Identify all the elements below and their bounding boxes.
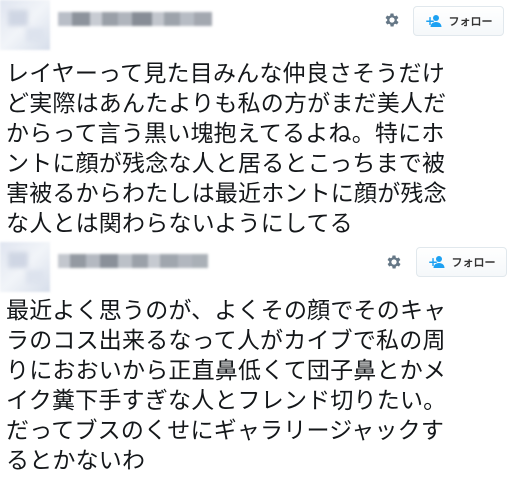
follow-label: フォロー [451, 256, 496, 269]
tweet-text-line: イク糞下手すぎな人とフレンド切りたい。 [6, 388, 447, 414]
gear-icon[interactable] [381, 9, 403, 31]
gear-icon[interactable] [383, 251, 405, 273]
add-user-icon: + [425, 14, 443, 28]
tweet-text-line: ントに顔が残念な人と居るとこっちまで被 [6, 151, 446, 177]
tweet-text-line: 最近よく思うのが、よくその顔でそのキャ [6, 298, 447, 324]
follow-label: フォロー [448, 15, 493, 28]
tweet-text-line: な人とは関わらないようにしてる [6, 211, 353, 237]
tweet-text-line: ラのコス出来るなって人がカイブで私の周 [6, 328, 446, 354]
add-user-icon: + [428, 255, 446, 269]
avatar[interactable] [0, 0, 50, 50]
tweet-text-line: るとかないわ [6, 448, 146, 474]
tweet-text-line: 害被るからわたしは最近ホントに顔が残念 [6, 181, 447, 207]
tweet-card-1: + フォロー レイヤーって見た目みんな仲良さそうだけ ど実際はあんたよりも私の方… [0, 0, 511, 242]
tweet-header: + フォロー [0, 242, 511, 294]
tweet-text: 最近よく思うのが、よくその顔でそのキャ ラのコス出来るなって人がカイブで私の周 … [6, 296, 506, 476]
tweet-text-line: レイヤーって見た目みんな仲良さそうだけ [6, 61, 445, 87]
username-blurred[interactable] [58, 254, 218, 268]
tweet-card-2: + フォロー 最近よく思うのが、よくその顔でそのキャ ラのコス出来るなって人がカ… [0, 242, 511, 484]
tweet-text-line: からって言う黒い塊抱えてるよね。特にホ [6, 121, 445, 147]
tweet-text-line: りにおおいから正直鼻低くて団子鼻とかメ [6, 358, 447, 384]
username-blurred[interactable] [58, 12, 218, 26]
follow-button[interactable]: + フォロー [416, 247, 507, 277]
follow-button[interactable]: + フォロー [413, 6, 504, 36]
avatar[interactable] [0, 242, 50, 292]
tweet-text: レイヤーって見た目みんな仲良さそうだけ ど実際はあんたよりも私の方がまだ美人だ … [6, 59, 506, 239]
tweet-header: + フォロー [0, 0, 511, 52]
tweet-text-line: ど実際はあんたよりも私の方がまだ美人だ [6, 91, 447, 117]
tweet-text-line: だってブスのくせにギャラリージャックす [6, 418, 445, 444]
